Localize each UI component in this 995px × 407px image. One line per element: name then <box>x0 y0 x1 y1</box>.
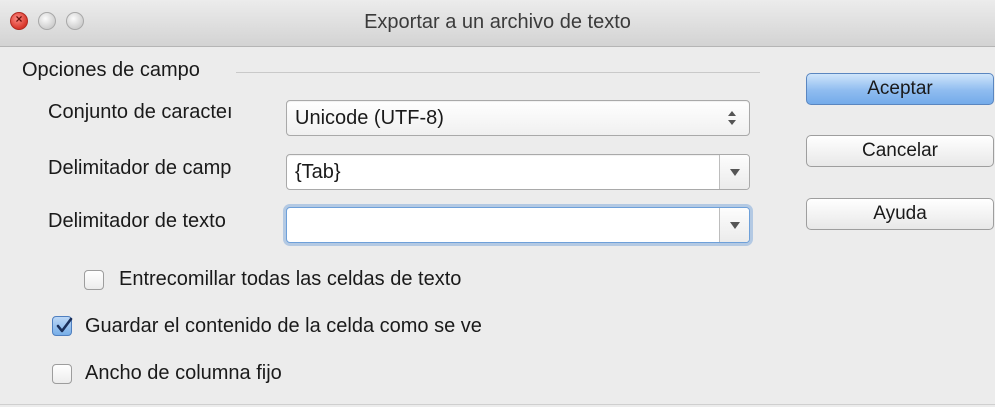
section-divider <box>236 72 760 73</box>
charset-select[interactable]: Unicode (UTF-8) <box>286 100 750 136</box>
chevron-down-icon <box>730 169 740 176</box>
export-text-dialog: × Exportar a un archivo de texto Opcione… <box>0 0 995 407</box>
field-delimiter-combobox[interactable]: {Tab} <box>286 154 750 190</box>
fixed-width-label[interactable]: Ancho de columna fijo <box>85 362 282 385</box>
help-button[interactable]: Ayuda <box>806 198 994 230</box>
window-title: Exportar a un archivo de texto <box>364 11 631 33</box>
cancel-button[interactable]: Cancelar <box>806 135 994 167</box>
field-options-heading: Opciones de campo <box>22 59 200 81</box>
bottom-divider <box>0 404 995 405</box>
title-bar[interactable]: × Exportar a un archivo de texto <box>0 0 995 47</box>
charset-value: Unicode (UTF-8) <box>295 107 444 129</box>
updown-arrows-icon <box>727 109 737 127</box>
text-delimiter-label: Delimitador de texto <box>48 210 226 232</box>
fixed-width-checkbox[interactable] <box>52 364 72 384</box>
chevron-down-icon <box>730 222 740 229</box>
save-as-shown-label[interactable]: Guardar el contenido de la celda como se… <box>85 315 482 338</box>
text-delimiter-combobox[interactable] <box>286 207 750 243</box>
field-delimiter-dropdown-button[interactable] <box>719 155 749 189</box>
field-delimiter-value: {Tab} <box>295 161 341 183</box>
checkmark-icon <box>56 317 73 333</box>
quote-all-checkbox[interactable] <box>84 270 104 290</box>
quote-all-label[interactable]: Entrecomillar todas las celdas de texto <box>119 268 461 291</box>
field-delimiter-label: Delimitador de camp <box>48 157 232 179</box>
charset-label: Conjunto de caracteı <box>48 101 233 123</box>
save-as-shown-checkbox[interactable] <box>52 316 73 336</box>
text-delimiter-dropdown-button[interactable] <box>719 208 749 242</box>
ok-button[interactable]: Aceptar <box>806 73 994 105</box>
